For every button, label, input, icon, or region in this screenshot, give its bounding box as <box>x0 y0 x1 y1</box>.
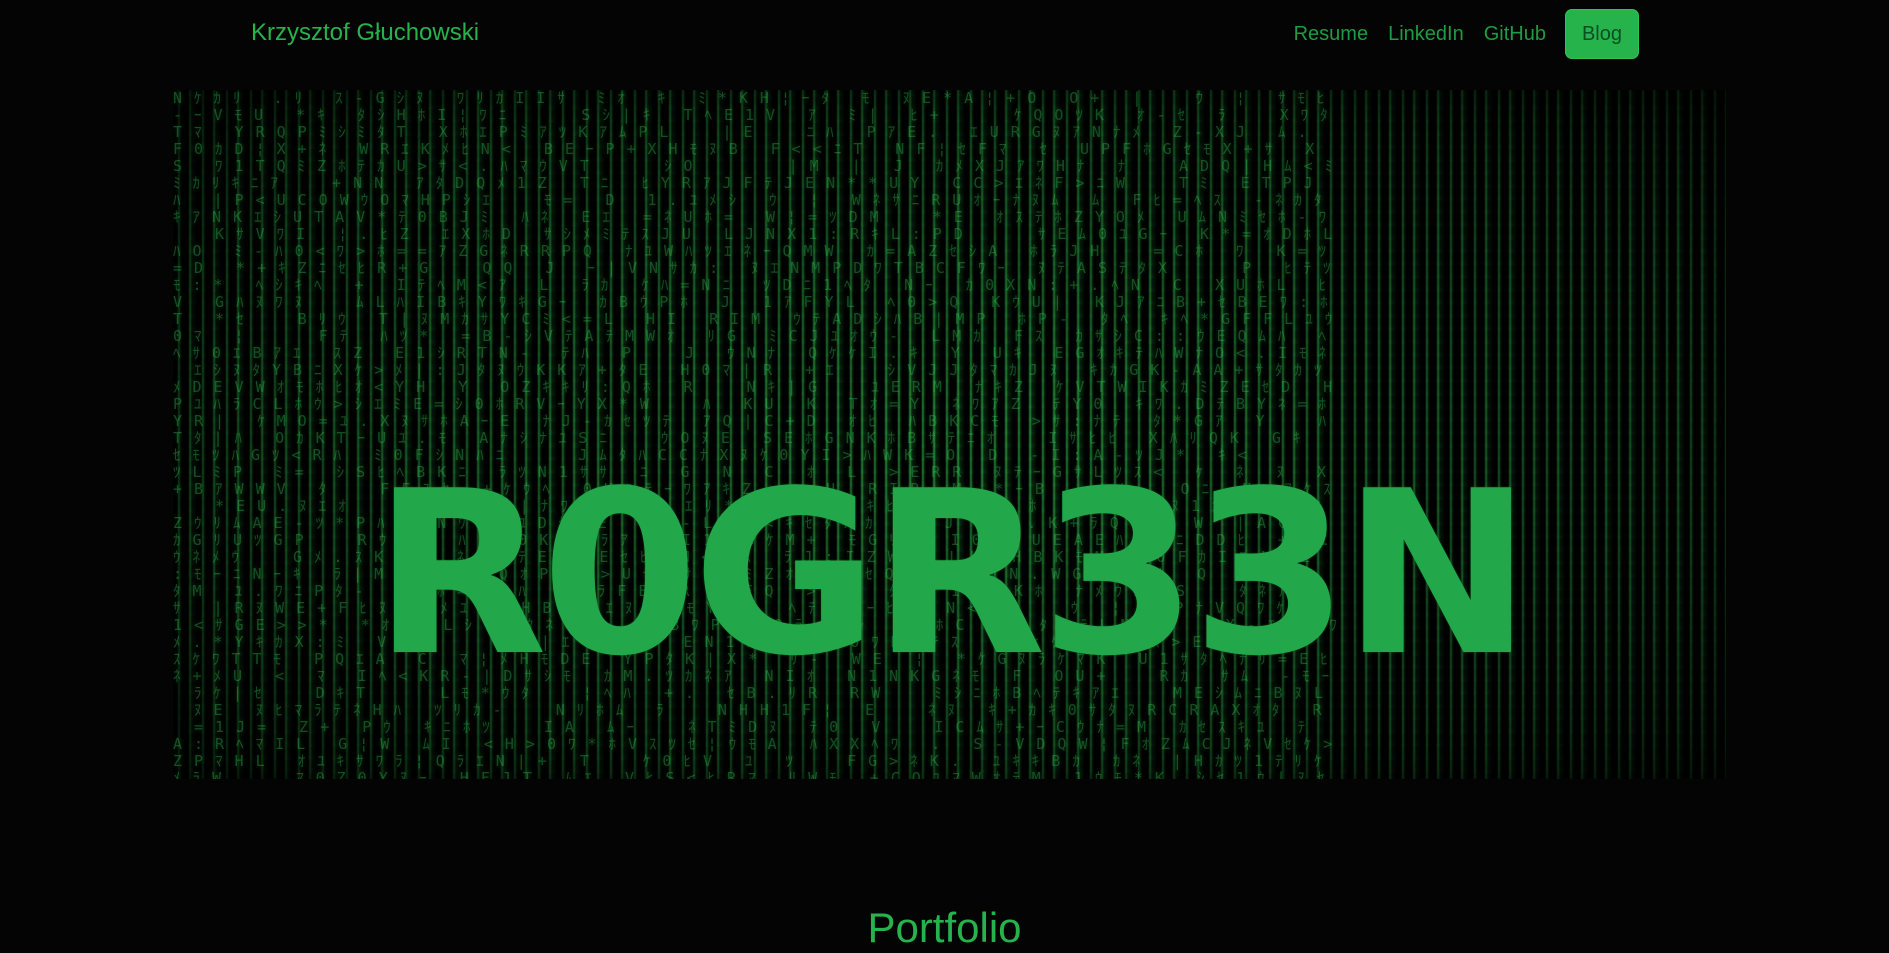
github-link[interactable]: GitHub <box>1484 10 1546 58</box>
site-brand-link[interactable]: Krzysztof Głuchowski <box>251 19 479 47</box>
hero-title: R0GR33N <box>373 443 1531 707</box>
hero-banner: Nｹｶﾘ .ﾘ ｽ-Gｼﾇ ﾜﾘｶIIｻ ﾐｵ ｷ ﾐ*KH¦ｰﾀ ﾓ ﾇE*A… <box>173 90 1726 779</box>
resume-link[interactable]: Resume <box>1294 10 1368 58</box>
portfolio-section-title: Portfolio <box>867 903 1022 951</box>
linkedin-link[interactable]: LinkedIn <box>1388 10 1464 58</box>
primary-navigation: Resume LinkedIn GitHub Blog <box>1294 10 1638 58</box>
blog-button[interactable]: Blog <box>1565 10 1638 58</box>
top-navbar: Krzysztof Głuchowski Resume LinkedIn Git… <box>0 0 1889 72</box>
